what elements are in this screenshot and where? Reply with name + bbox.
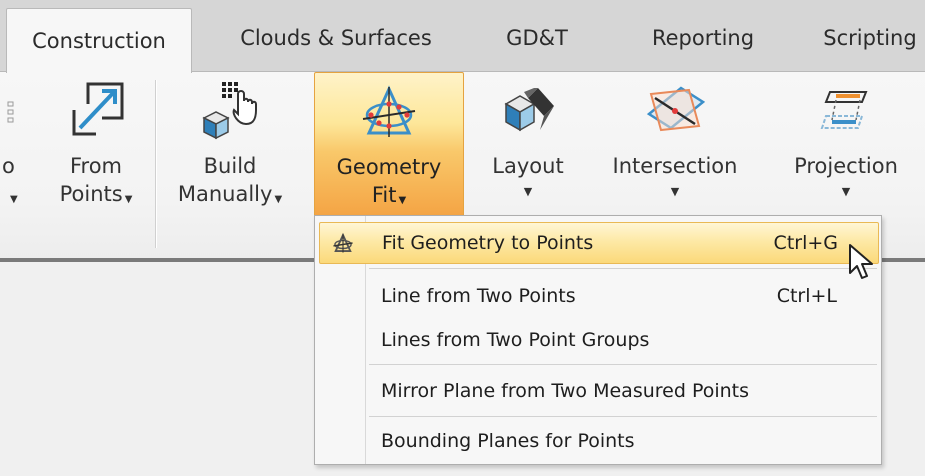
button-label: Layout: [492, 154, 564, 178]
from-points-icon: [72, 82, 124, 136]
build-manually-button[interactable]: Build Manually ▼: [168, 72, 292, 222]
button-label-line2: Points: [59, 182, 123, 206]
ribbon-group-separator: [155, 80, 156, 248]
geometry-fit-dropdown-menu: Fit Geometry to Points Ctrl+G Line from …: [314, 215, 882, 465]
menu-item-fit-geometry-to-points[interactable]: Fit Geometry to Points Ctrl+G: [319, 222, 879, 264]
menu-item-label: Mirror Plane from Two Measured Points: [381, 380, 750, 402]
menu-separator: [369, 416, 877, 417]
tab-label: Scripting: [823, 26, 917, 50]
tab-clouds-surfaces[interactable]: Clouds & Surfaces: [200, 12, 472, 64]
build-manually-icon: [202, 82, 257, 140]
chevron-down-icon: ▼: [841, 185, 851, 198]
tab-reporting[interactable]: Reporting: [630, 12, 776, 64]
button-label: Intersection: [612, 154, 738, 178]
button-label-line1: Geometry: [336, 155, 442, 179]
menu-item-lines-from-two-point-groups[interactable]: Lines from Two Point Groups: [319, 320, 877, 360]
tab-label: Clouds & Surfaces: [240, 26, 432, 50]
geometry-fit-icon: [333, 232, 353, 253]
menu-item-label: Lines from Two Point Groups: [381, 329, 650, 351]
geometry-fit-icon: [362, 85, 416, 137]
intersection-button[interactable]: Intersection ▼: [600, 72, 750, 222]
button-label-line1: Build: [203, 154, 257, 178]
button-label-line1: From: [69, 154, 123, 178]
tab-gdt[interactable]: GD&T: [494, 12, 580, 64]
tab-construction[interactable]: Construction: [6, 8, 192, 73]
tab-label: Construction: [32, 29, 166, 53]
menu-item-bounding-planes[interactable]: Bounding Planes for Points: [319, 421, 877, 461]
projection-button[interactable]: Projection ▼: [776, 72, 916, 222]
tab-scripting[interactable]: Scripting: [810, 12, 925, 64]
projection-icon: [820, 91, 868, 129]
menu-separator: [369, 268, 877, 269]
geometry-fit-button[interactable]: Geometry Fit ▼: [314, 72, 464, 217]
menu-item-shortcut: Ctrl+G: [773, 232, 838, 254]
menu-item-line-from-two-points[interactable]: Line from Two Points Ctrl+L: [319, 276, 877, 316]
menu-item-mirror-plane[interactable]: Mirror Plane from Two Measured Points: [319, 371, 877, 411]
chevron-down-icon: ▼: [523, 185, 533, 198]
chevron-down-icon: ▼: [670, 185, 680, 198]
button-label-line2: Fit: [371, 183, 397, 207]
chevron-down-icon: ▼: [124, 194, 133, 205]
chevron-down-icon: ▼: [10, 194, 18, 205]
partial-ribbon-button[interactable]: o ▼: [0, 72, 28, 222]
layout-icon: [504, 88, 554, 132]
ribbon-tab-strip: Construction Clouds & Surfaces GD&T Repo…: [0, 0, 925, 73]
grid-icon: [7, 101, 14, 123]
from-points-button[interactable]: From Points ▼: [42, 72, 150, 222]
tab-label: Reporting: [651, 26, 755, 50]
partial-button-label: o: [2, 154, 15, 178]
button-label: Projection: [794, 154, 898, 178]
layout-button[interactable]: Layout ▼: [480, 72, 576, 222]
menu-item-label: Fit Geometry to Points: [382, 232, 594, 254]
menu-item-label: Line from Two Points: [381, 285, 576, 307]
menu-item-label: Bounding Planes for Points: [381, 430, 635, 452]
button-label-line2: Manually: [177, 182, 273, 206]
tab-label: GD&T: [506, 26, 568, 50]
chevron-down-icon: ▼: [398, 195, 407, 206]
menu-separator: [369, 364, 877, 365]
chevron-down-icon: ▼: [274, 194, 283, 205]
intersection-icon: [646, 86, 705, 132]
menu-item-shortcut: Ctrl+L: [776, 285, 837, 307]
